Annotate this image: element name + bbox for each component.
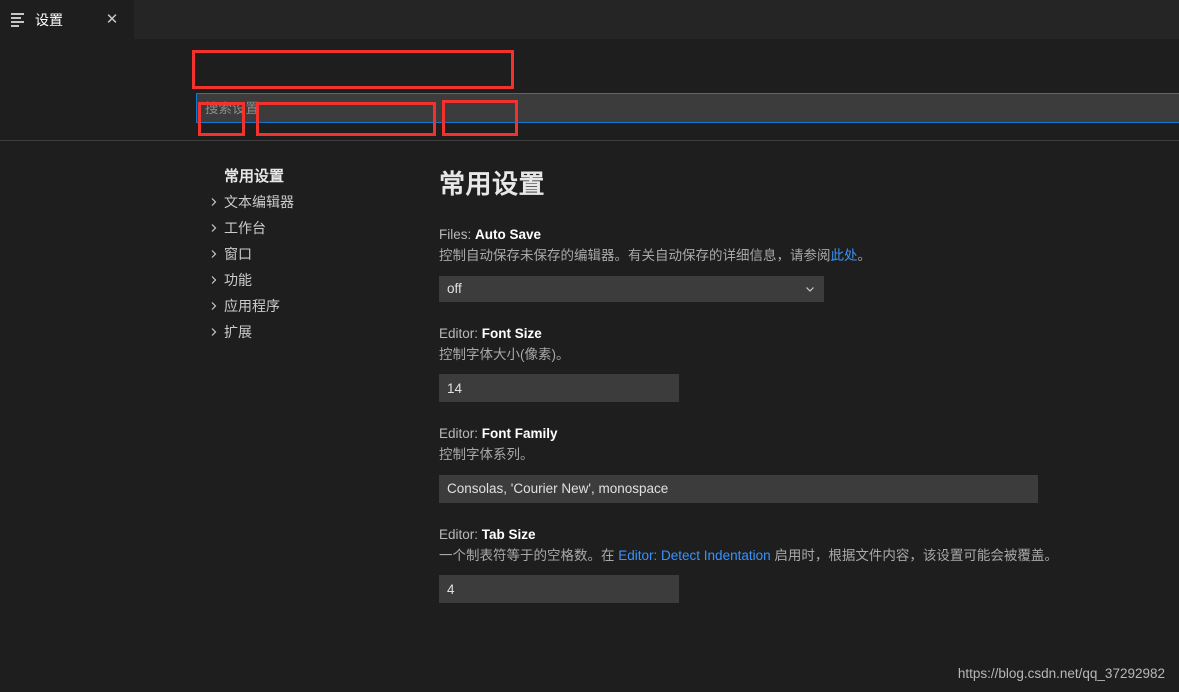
font-family-input[interactable] [439, 474, 1038, 503]
desc-text: 控制字体系列。 [439, 447, 534, 463]
toc-item-extensions[interactable]: 扩展 [0, 319, 430, 345]
toc-item-label: 功能 [224, 272, 252, 288]
chevron-right-icon [206, 272, 222, 288]
toc-item-features[interactable]: 功能 [0, 267, 430, 293]
chevron-right-icon [206, 298, 222, 314]
setting-description: 控制字体大小(像素)。 [439, 345, 1179, 365]
toc-item-label: 窗口 [224, 246, 252, 262]
setting-label: Editor: Font Size [439, 326, 1179, 341]
settings-list-icon [11, 12, 27, 28]
chevron-right-icon [206, 194, 222, 210]
settings-toc: 常用设置 文本编辑器 工作台 窗口 功能 应用程序 扩展 [0, 142, 430, 692]
setting-category: Editor: [439, 325, 482, 341]
setting-label: Editor: Font Family [439, 426, 1179, 441]
desc-text-tail: 启用时，根据文件内容，该设置可能会被覆盖。 [770, 547, 1058, 563]
settings-header: 用户 远程 [SSH: tencentserver] 工作区 [0, 39, 1179, 175]
settings-content: 常用设置 Files: Auto Save 控制自动保存未保存的编辑器。有关自动… [430, 142, 1179, 692]
setting-description: 控制字体系列。 [439, 445, 1179, 465]
editor-tab-bar: 设置 ✕ [0, 0, 1179, 39]
tab-settings-label: 设置 [35, 11, 63, 28]
font-size-input[interactable] [439, 374, 679, 403]
description-link[interactable]: 此处 [831, 248, 858, 263]
setting-key: Font Family [481, 426, 558, 442]
toc-header: 常用设置 [224, 168, 285, 185]
setting-editor-font-family: Editor: Font Family 控制字体系列。 [439, 426, 1179, 503]
setting-key: Font Size [481, 325, 542, 341]
search-container [196, 93, 1179, 123]
toc-item-workbench[interactable]: 工作台 [0, 215, 430, 241]
setting-category: Editor: [439, 426, 482, 442]
chevron-right-icon [206, 324, 222, 340]
settings-window: 设置 ✕ 用户 远程 [SSH: tencentserver] 工作区 常用设置 [0, 0, 1179, 692]
setting-label: Editor: Tab Size [439, 527, 1179, 542]
chevron-down-icon [804, 283, 816, 295]
page-title: 常用设置 [439, 169, 546, 199]
toc-item-label: 工作台 [224, 220, 266, 236]
setting-key: Tab Size [481, 526, 536, 542]
auto-save-select[interactable]: off [439, 275, 824, 302]
chevron-right-icon [206, 220, 222, 236]
desc-text: 控制字体大小(像素)。 [439, 346, 570, 362]
setting-key: Auto Save [475, 227, 542, 242]
toc-item-application[interactable]: 应用程序 [0, 293, 430, 319]
setting-label: Files: Auto Save [439, 227, 1179, 242]
tab-settings[interactable]: 设置 ✕ [0, 0, 135, 39]
chevron-right-icon [206, 246, 222, 262]
toc-item-label: 扩展 [224, 324, 252, 340]
setting-category: Editor: [439, 526, 482, 542]
setting-editor-font-size: Editor: Font Size 控制字体大小(像素)。 [439, 326, 1179, 403]
setting-editor-tab-size: Editor: Tab Size 一个制表符等于的空格数。在 Editor: D… [439, 527, 1179, 604]
watermark: https://blog.csdn.net/qq_37292982 [957, 666, 1165, 681]
toc-item-label: 文本编辑器 [224, 194, 294, 210]
tab-size-input[interactable] [439, 575, 679, 604]
toc-item-window[interactable]: 窗口 [0, 241, 430, 267]
setting-description: 控制自动保存未保存的编辑器。有关自动保存的详细信息，请参阅此处。 [439, 246, 1179, 266]
desc-text-tail: 。 [857, 248, 872, 263]
description-link[interactable]: Editor: Detect Indentation [618, 548, 770, 563]
setting-files-auto-save: Files: Auto Save 控制自动保存未保存的编辑器。有关自动保存的详细… [439, 227, 1179, 302]
setting-category: Files: [439, 227, 476, 242]
search-input[interactable] [196, 93, 1179, 123]
close-icon[interactable]: ✕ [104, 12, 120, 28]
desc-text: 控制自动保存未保存的编辑器。有关自动保存的详细信息，请参阅 [439, 248, 831, 263]
toc-item-text-editor[interactable]: 文本编辑器 [0, 189, 430, 215]
desc-text: 一个制表符等于的空格数。在 [439, 547, 619, 563]
auto-save-value: off [447, 281, 462, 297]
setting-description: 一个制表符等于的空格数。在 Editor: Detect Indentation… [439, 546, 1179, 566]
toc-item-label: 应用程序 [224, 298, 280, 314]
